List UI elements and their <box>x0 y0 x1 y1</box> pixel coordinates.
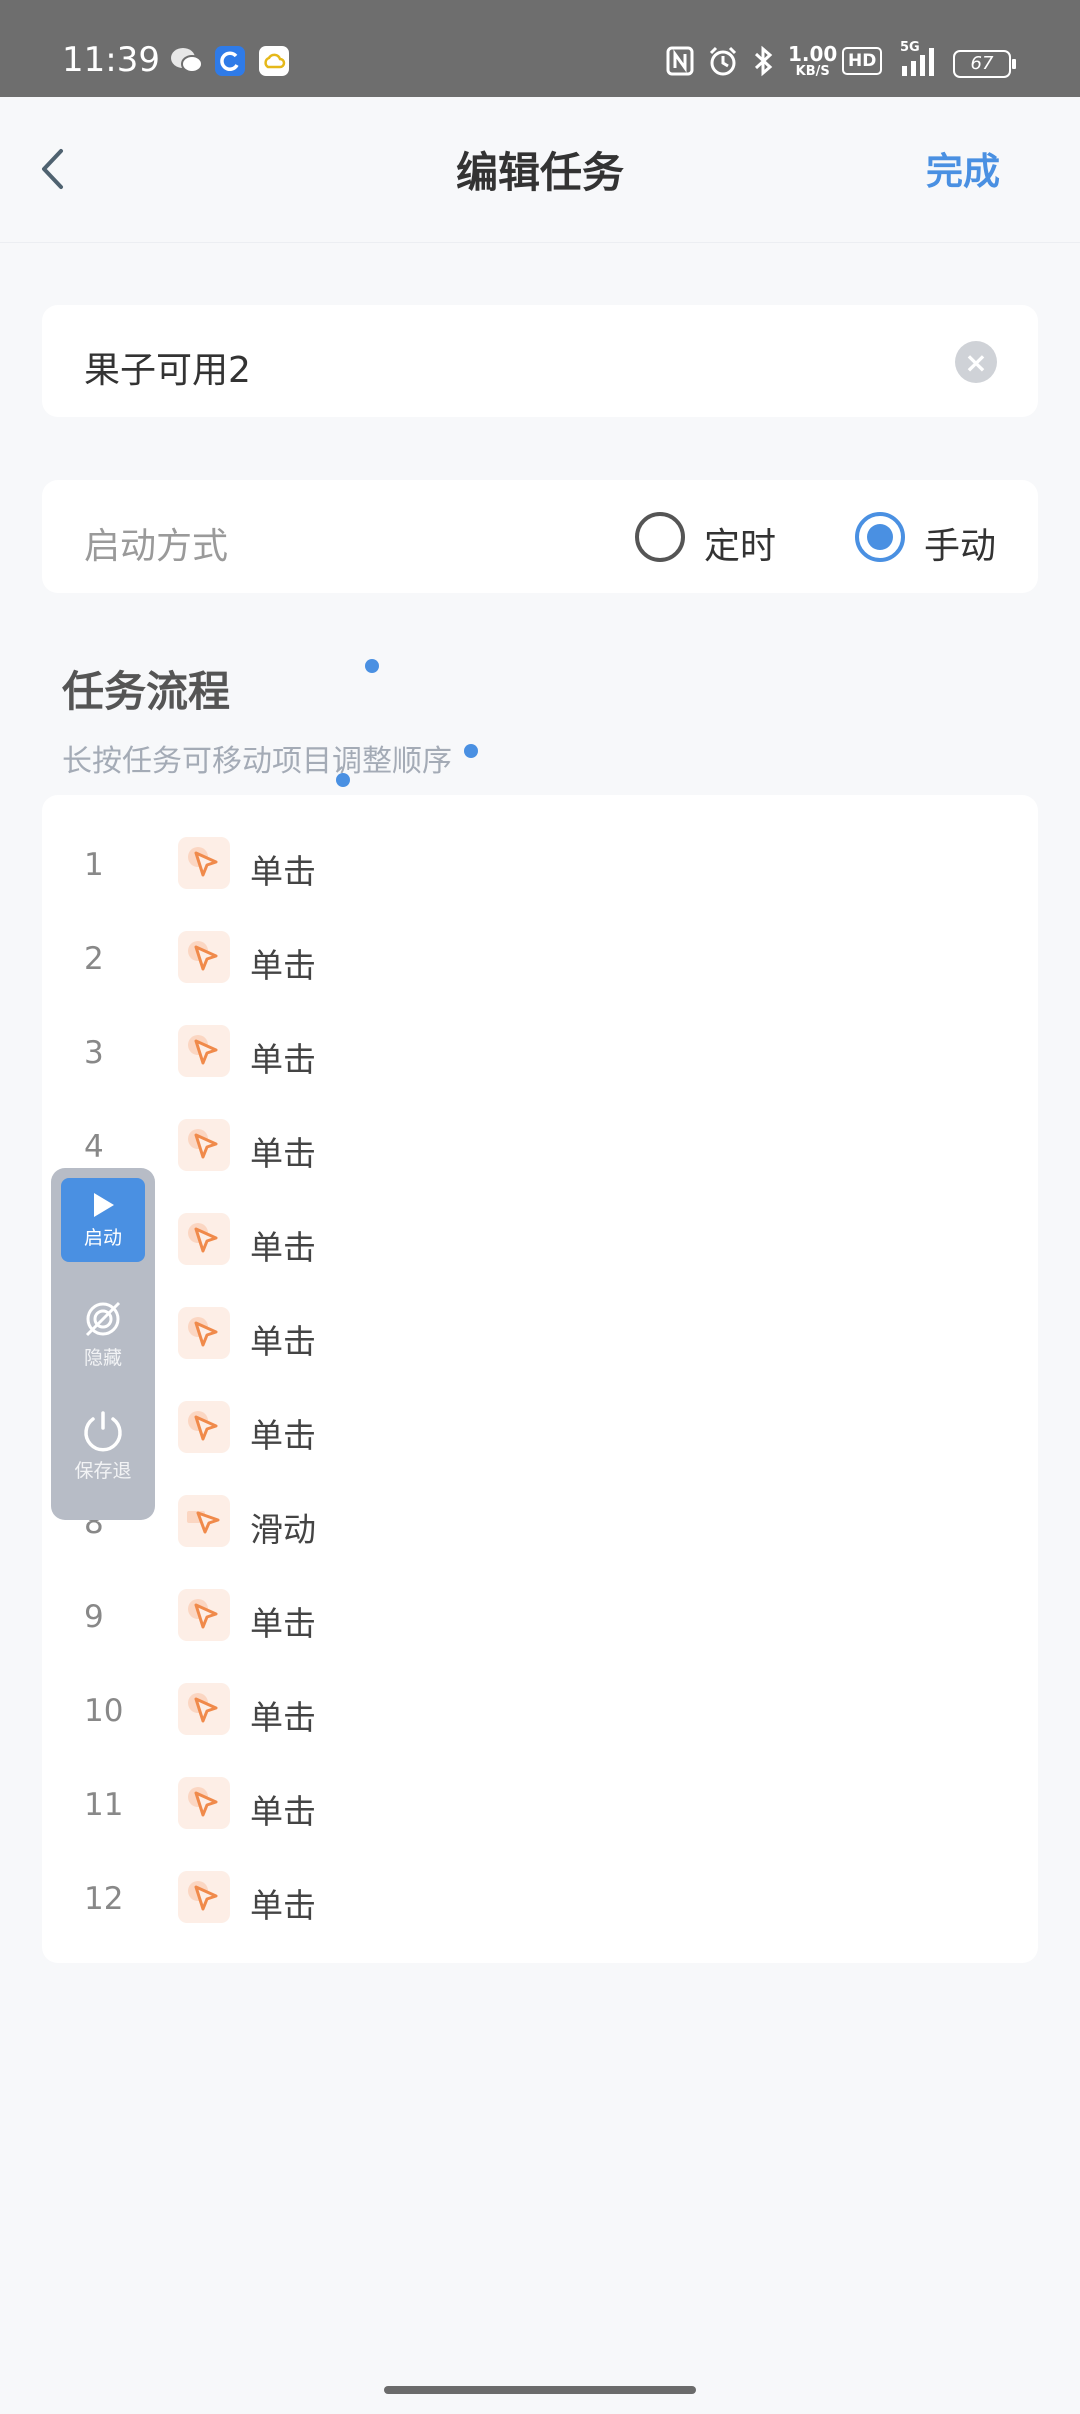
radio-manual-label[interactable]: 手动 <box>924 517 996 569</box>
hd-icon: HD <box>842 44 883 78</box>
step-label: 单击 <box>250 1416 316 1455</box>
step-label: 单击 <box>250 1322 316 1361</box>
tap-icon <box>178 1119 230 1171</box>
step-label: 单击 <box>250 1134 316 1173</box>
step-index: 2 <box>84 941 104 977</box>
step-label: 单击 <box>250 1604 316 1643</box>
step-label: 滑动 <box>250 1510 316 1549</box>
start-mode-card: 启动方式 定时 手动 <box>42 480 1038 593</box>
flow-subtitle: 长按任务可移动项目调整顺序 <box>62 744 452 779</box>
tap-icon <box>178 1025 230 1077</box>
done-button[interactable]: 完成 <box>926 141 1000 195</box>
step-label: 单击 <box>250 1886 316 1925</box>
hide-label: 隐藏 <box>83 1346 122 1369</box>
task-name-card: 果子可用2 × <box>42 305 1038 417</box>
app-cloud-icon <box>259 44 289 78</box>
list-item[interactable]: 8 滑动 <box>42 1475 1038 1569</box>
list-item[interactable]: 1 单击 <box>42 817 1038 911</box>
radio-scheduled-label[interactable]: 定时 <box>704 517 776 569</box>
status-bar: 11:39 1.00 KB/S HD 5G 67 <box>0 0 1080 97</box>
list-item[interactable]: 7 单击 <box>42 1381 1038 1475</box>
nav-bar: 编辑任务 完成 <box>0 97 1080 243</box>
step-index: 3 <box>84 1035 104 1071</box>
start-mode-label: 启动方式 <box>84 526 229 567</box>
save-exit-label: 保存退 <box>74 1459 132 1482</box>
step-index: 1 <box>84 847 104 883</box>
step-label: 单击 <box>250 852 316 891</box>
list-item[interactable]: 6 单击 <box>42 1287 1038 1381</box>
step-index: 9 <box>84 1599 104 1635</box>
radio-scheduled[interactable] <box>635 512 685 562</box>
step-label: 单击 <box>250 1040 316 1079</box>
selection-handle[interactable] <box>464 744 478 758</box>
clear-icon[interactable]: × <box>955 341 997 383</box>
hide-icon <box>85 1301 121 1336</box>
step-label: 单击 <box>250 1792 316 1831</box>
swipe-icon <box>178 1495 230 1547</box>
step-index: 10 <box>84 1693 124 1729</box>
tap-icon <box>178 1683 230 1735</box>
list-item[interactable]: 11 单击 <box>42 1757 1038 1851</box>
nfc-icon <box>666 44 694 78</box>
bluetooth-icon <box>750 44 778 78</box>
step-index: 12 <box>84 1881 124 1917</box>
save-exit-button[interactable]: 保存退 <box>61 1404 145 1488</box>
radio-manual[interactable] <box>855 512 905 562</box>
page-title: 编辑任务 <box>455 148 624 197</box>
tap-icon <box>178 1213 230 1265</box>
list-item[interactable]: 5 单击 <box>42 1193 1038 1287</box>
step-label: 单击 <box>250 946 316 985</box>
start-label: 启动 <box>83 1226 122 1249</box>
tap-icon <box>178 1307 230 1359</box>
play-icon <box>94 1192 114 1217</box>
step-index: 4 <box>84 1129 104 1165</box>
tap-icon <box>178 931 230 983</box>
tap-icon <box>178 1589 230 1641</box>
selection-handle[interactable] <box>365 659 379 673</box>
flow-list: 1 单击 2 单击 3 单击 4 单击 5 单击 6 单击 7 单击 8 滑动 … <box>42 795 1038 1963</box>
list-item[interactable]: 9 单击 <box>42 1569 1038 1663</box>
power-icon <box>84 1410 122 1451</box>
tap-icon <box>178 1871 230 1923</box>
list-item[interactable]: 3 单击 <box>42 1005 1038 1099</box>
step-label: 单击 <box>250 1698 316 1737</box>
tap-icon <box>178 837 230 889</box>
wechat-icon <box>170 44 204 78</box>
flow-title: 任务流程 <box>62 667 231 716</box>
battery-icon: 67 <box>953 50 1016 78</box>
list-item[interactable]: 12 单击 <box>42 1851 1038 1945</box>
step-label: 单击 <box>250 1228 316 1267</box>
hide-button[interactable]: 隐藏 <box>61 1292 145 1376</box>
task-name-input[interactable]: 果子可用2 <box>84 341 251 393</box>
tap-icon <box>178 1777 230 1829</box>
tap-icon <box>178 1401 230 1453</box>
status-time: 11:39 <box>62 40 160 80</box>
step-index: 11 <box>84 1787 124 1823</box>
list-item[interactable]: 2 单击 <box>42 911 1038 1005</box>
app-blue-icon <box>215 44 245 78</box>
start-button[interactable]: 启动 <box>61 1178 145 1262</box>
network-speed: 1.00 KB/S <box>788 42 838 79</box>
alarm-icon <box>707 44 739 78</box>
selection-handle[interactable] <box>336 773 350 787</box>
list-item[interactable]: 10 单击 <box>42 1663 1038 1757</box>
home-indicator[interactable] <box>384 2386 696 2394</box>
signal-icon: 5G <box>898 40 942 78</box>
floating-control-panel[interactable]: 启动 隐藏 保存退 <box>51 1168 155 1520</box>
list-item[interactable]: 4 单击 <box>42 1099 1038 1193</box>
